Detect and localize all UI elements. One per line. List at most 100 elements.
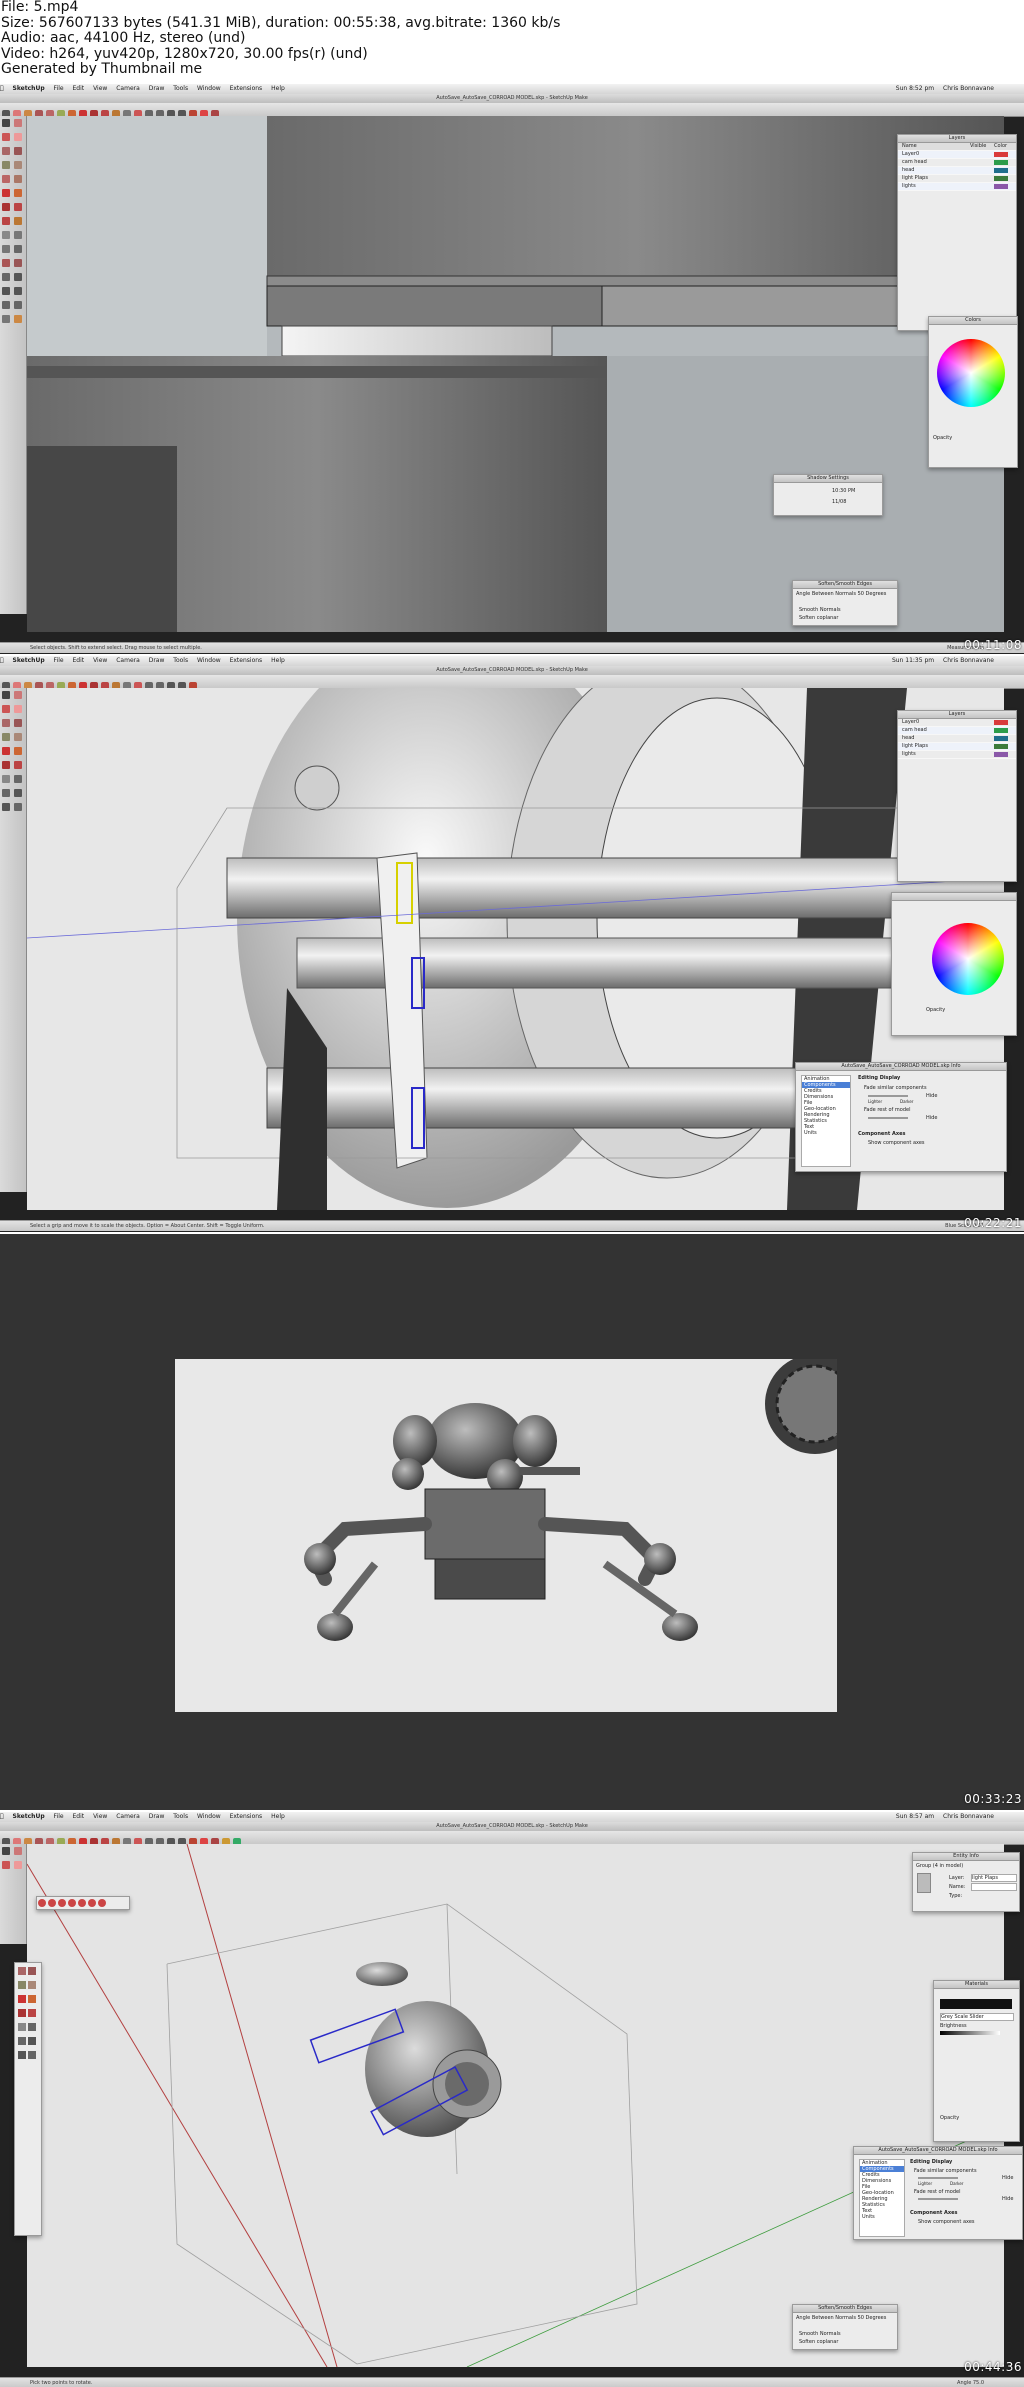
lamp-icon[interactable]: [58, 1899, 66, 1907]
rectangle-tool-icon[interactable]: [18, 1967, 26, 1975]
orbit-tool-icon[interactable]: [2, 789, 10, 797]
entity-info-panel[interactable]: Entity Info Group (4 in model) Layer: li…: [912, 1852, 1020, 1912]
section-plane-icon[interactable]: [14, 315, 22, 323]
menu-item[interactable]: Extensions: [230, 84, 263, 94]
entity-name-input[interactable]: [971, 1883, 1017, 1891]
component-tool-icon[interactable]: [14, 119, 22, 127]
component-tool-icon[interactable]: [14, 691, 22, 699]
floating-toolbar[interactable]: [36, 1896, 130, 1910]
pan-tool-icon[interactable]: [28, 2037, 36, 2045]
brightness-slider[interactable]: [940, 2031, 1000, 2035]
polygon-tool-icon[interactable]: [2, 175, 10, 183]
menu-item[interactable]: View: [93, 84, 107, 94]
layer-color-swatch[interactable]: [994, 744, 1008, 749]
menu-item[interactable]: Draw: [149, 656, 165, 666]
layers-panel[interactable]: Layers Name Visible Color Layer0 cam hea…: [897, 134, 1017, 331]
text-tool-icon[interactable]: [14, 775, 22, 783]
arc-tool-icon[interactable]: [14, 161, 22, 169]
eraser-tool-icon[interactable]: [14, 1861, 22, 1869]
lamp-icon[interactable]: [88, 1899, 96, 1907]
move-tool-icon[interactable]: [2, 747, 10, 755]
line-tool-icon[interactable]: [14, 147, 22, 155]
user-name[interactable]: Chris Bonnavane: [943, 656, 994, 666]
fade-rest-slider[interactable]: [918, 2198, 958, 2200]
line-tool-icon[interactable]: [28, 1967, 36, 1975]
menu-item[interactable]: Camera: [116, 1812, 140, 1822]
menu-item[interactable]: SketchUp: [13, 84, 45, 94]
rectangle-tool-icon[interactable]: [2, 719, 10, 727]
menu-item[interactable]: Edit: [73, 84, 85, 94]
zoom-window-icon[interactable]: [14, 287, 22, 295]
circle-tool-icon[interactable]: [18, 1981, 26, 1989]
paint-tool-icon[interactable]: [2, 133, 10, 141]
menu-item[interactable]: Help: [271, 84, 285, 94]
menu-item[interactable]: Camera: [116, 656, 140, 666]
move-tool-icon[interactable]: [2, 189, 10, 197]
rotate-tool-icon[interactable]: [18, 2009, 26, 2017]
zoom-tool-icon[interactable]: [2, 803, 10, 811]
smooth-normals-checkbox[interactable]: Smooth Normals: [799, 607, 841, 613]
hide-similar-checkbox[interactable]: Hide: [926, 1093, 937, 1099]
layer-color-swatch[interactable]: [994, 736, 1008, 741]
fade-similar-slider[interactable]: [868, 1095, 908, 1097]
model-info-window[interactable]: AutoSave_AutoSave_CORROAD MODEL.skp Info…: [853, 2146, 1023, 2240]
text-tool-icon[interactable]: [14, 245, 22, 253]
model-info-list-item[interactable]: Units: [802, 1130, 850, 1136]
3d-viewport[interactable]: [27, 1844, 1004, 2367]
tape-tool-icon[interactable]: [18, 2023, 26, 2031]
axes-tool-icon[interactable]: [2, 259, 10, 267]
arc-tool-icon[interactable]: [28, 1981, 36, 1989]
layer-color-swatch[interactable]: [994, 184, 1008, 189]
select-tool-icon[interactable]: [2, 1847, 10, 1855]
orbit-tool-icon[interactable]: [18, 2037, 26, 2045]
apple-icon[interactable]: : [0, 84, 4, 94]
apple-icon[interactable]: : [0, 656, 4, 666]
menu-item[interactable]: File: [54, 656, 64, 666]
walk-tool-icon[interactable]: [14, 301, 22, 309]
layer-color-swatch[interactable]: [994, 720, 1008, 725]
layer-color-swatch[interactable]: [994, 152, 1008, 157]
hide-rest-checkbox[interactable]: Hide: [1002, 2196, 1013, 2202]
menu-item[interactable]: Help: [271, 1812, 285, 1822]
menu-item[interactable]: Tools: [173, 84, 188, 94]
layer-color-swatch[interactable]: [994, 160, 1008, 165]
menu-item[interactable]: Tools: [173, 1812, 188, 1822]
scale-tool-icon[interactable]: [28, 2009, 36, 2017]
zoom-tool-icon[interactable]: [18, 2051, 26, 2059]
colors-panel[interactable]: Colors Opacity: [928, 316, 1018, 468]
eraser-tool-icon[interactable]: [14, 133, 22, 141]
component-tool-icon[interactable]: [14, 1847, 22, 1855]
hide-rest-checkbox[interactable]: Hide: [926, 1115, 937, 1121]
menu-item[interactable]: Window: [197, 1812, 221, 1822]
protractor-tool-icon[interactable]: [2, 245, 10, 253]
layers-panel[interactable]: Layers Layer0 cam head head light Plaps …: [897, 710, 1017, 882]
menu-item[interactable]: View: [93, 1812, 107, 1822]
3d-viewport[interactable]: [27, 116, 1004, 632]
tool-palette-floating[interactable]: [14, 1962, 42, 2236]
follow-me-tool-icon[interactable]: [14, 203, 22, 211]
layer-color-swatch[interactable]: [994, 176, 1008, 181]
show-component-axes-checkbox[interactable]: Show component axes: [868, 1140, 925, 1146]
paint-tool-icon[interactable]: [2, 1861, 10, 1869]
menu-item[interactable]: Window: [197, 84, 221, 94]
walk-tool-icon[interactable]: [28, 2051, 36, 2059]
move-tool-icon[interactable]: [18, 1995, 26, 2003]
menu-item[interactable]: File: [54, 1812, 64, 1822]
soften-edges-panel[interactable]: Soften/Smooth Edges Angle Between Normal…: [792, 2304, 898, 2350]
layer-row[interactable]: light Plaps: [898, 743, 1016, 751]
entity-layer-select[interactable]: light Plaps: [971, 1874, 1017, 1882]
smooth-normals-checkbox[interactable]: Smooth Normals: [799, 2331, 841, 2337]
position-camera-icon[interactable]: [2, 301, 10, 309]
orbit-tool-icon[interactable]: [2, 273, 10, 281]
menu-item[interactable]: Draw: [149, 84, 165, 94]
soften-edges-panel[interactable]: Soften/Smooth Edges Angle Between Normal…: [792, 580, 898, 626]
apple-icon[interactable]: : [0, 1812, 4, 1822]
fade-rest-slider[interactable]: [868, 1117, 908, 1119]
push-pull-tool-icon[interactable]: [28, 1995, 36, 2003]
freehand-tool-icon[interactable]: [14, 175, 22, 183]
fade-similar-slider[interactable]: [918, 2177, 958, 2179]
layer-row[interactable]: Layer0: [898, 719, 1016, 727]
rotate-tool-icon[interactable]: [2, 203, 10, 211]
materials-panel[interactable]: Materials Grey Scale Slider Brightness O…: [933, 1980, 1020, 2142]
rotate-tool-icon[interactable]: [2, 761, 10, 769]
